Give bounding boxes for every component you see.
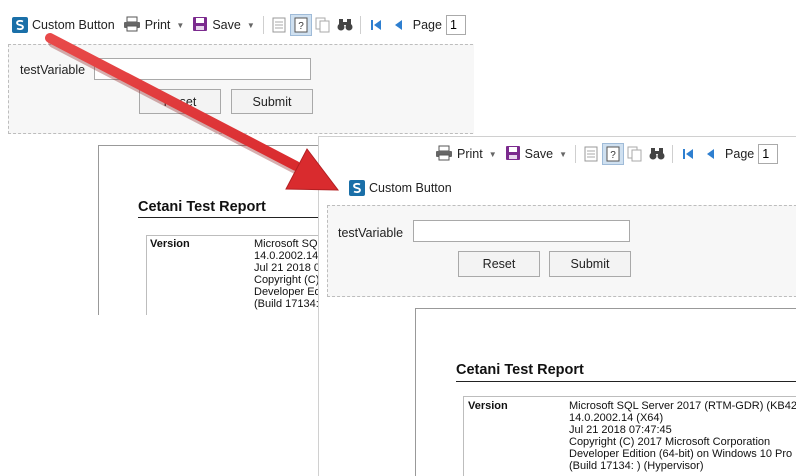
- floppy-disk-icon: [505, 145, 521, 164]
- first-page-button[interactable]: [365, 14, 387, 36]
- toolbar-divider: [672, 145, 674, 163]
- chevron-down-icon: ▼: [246, 20, 255, 30]
- version-line: Developer Ed: [254, 286, 321, 298]
- version-key: Version: [468, 400, 508, 412]
- print-label: Print: [144, 18, 171, 32]
- find-button[interactable]: [646, 143, 668, 165]
- print-button[interactable]: Print ▼: [119, 14, 189, 36]
- chevron-down-icon: ▼: [488, 149, 497, 159]
- reset-button[interactable]: Reset: [458, 251, 540, 277]
- page-label: Page: [412, 18, 442, 32]
- after-parameter-area: testVariable Reset Submit: [327, 205, 796, 297]
- document-map-button[interactable]: [580, 143, 602, 165]
- copy-icon: [315, 17, 330, 33]
- save-label: Save: [524, 147, 554, 161]
- custom-button-label: Custom Button: [369, 181, 452, 195]
- custom-button-label: Custom Button: [32, 18, 115, 32]
- print-label: Print: [457, 147, 483, 161]
- reset-button[interactable]: Reset: [139, 89, 221, 114]
- version-line: 14.0.2002.14: [254, 250, 319, 262]
- parameters-toggle-button[interactable]: ?: [289, 14, 312, 36]
- version-line: Jul 21 2018 0: [254, 262, 321, 274]
- copy-button[interactable]: [624, 143, 646, 165]
- chevron-down-icon: ▼: [176, 20, 185, 30]
- custom-button[interactable]: Custom Button: [8, 14, 119, 36]
- after-toolbar: Print ▼ Save ▼ ? Page: [431, 139, 779, 169]
- copy-button[interactable]: [312, 14, 334, 36]
- binoculars-icon: [337, 19, 353, 31]
- first-page-icon: [370, 20, 381, 30]
- document-map-icon: [584, 146, 598, 162]
- svg-text:?: ?: [298, 21, 304, 32]
- version-line: Copyright (C): [254, 274, 320, 286]
- version-line: Microsoft SQL Server 2017 (RTM-GDR) (KB4…: [569, 400, 796, 412]
- save-button[interactable]: Save ▼: [501, 143, 571, 165]
- document-map-button[interactable]: [268, 14, 290, 36]
- title-underline: [138, 217, 338, 218]
- test-variable-label: testVariable: [20, 63, 86, 77]
- title-underline: [456, 381, 796, 382]
- version-key: Version: [150, 238, 190, 250]
- page-number-input[interactable]: [445, 15, 466, 35]
- page-label: Page: [725, 147, 755, 161]
- version-line: Microsoft SQL: [254, 238, 324, 250]
- floppy-disk-icon: [192, 16, 208, 35]
- parameters-toggle-button[interactable]: ?: [602, 143, 625, 165]
- custom-logo-icon: [12, 17, 28, 33]
- parameters-icon: ?: [606, 146, 620, 162]
- save-label: Save: [212, 18, 241, 32]
- submit-label: Submit: [570, 257, 610, 271]
- after-panel: Print ▼ Save ▼ ? Page 1 Custom Button te…: [318, 136, 796, 476]
- custom-button[interactable]: Custom Button: [345, 177, 456, 199]
- printer-icon: [435, 145, 453, 164]
- report-title: Cetani Test Report: [138, 199, 266, 215]
- chevron-down-icon: ▼: [559, 149, 568, 159]
- previous-page-button[interactable]: [699, 143, 721, 165]
- reset-label: Reset: [482, 257, 516, 271]
- report-title: Cetani Test Report: [456, 362, 584, 378]
- after-report-page: Cetani Test Report Version Microsoft SQL…: [415, 308, 796, 476]
- printer-icon: [123, 16, 141, 35]
- test-variable-input[interactable]: [413, 220, 630, 242]
- reset-label: Reset: [163, 94, 197, 109]
- first-page-button[interactable]: [677, 143, 699, 165]
- version-table: Version Microsoft SQL 14.0.2002.14 Jul 2…: [146, 235, 346, 325]
- custom-logo-icon: [349, 180, 365, 196]
- previous-page-icon: [394, 20, 402, 30]
- svg-text:?: ?: [610, 150, 616, 161]
- copy-icon: [627, 146, 642, 162]
- print-button[interactable]: Print ▼: [431, 143, 501, 165]
- before-parameter-area: testVariable Reset Submit: [8, 44, 474, 134]
- version-line: Jul 21 2018 07:47:45: [569, 424, 672, 436]
- page-number-input[interactable]: [758, 144, 779, 164]
- version-line: (Build 17134: ) (Hypervisor): [569, 460, 704, 472]
- previous-page-icon: [707, 149, 715, 159]
- test-variable-label: testVariable: [338, 226, 404, 240]
- before-report-page: Cetani Test Report Version Microsoft SQL…: [98, 145, 346, 325]
- parameters-icon: ?: [294, 17, 308, 33]
- submit-button[interactable]: Submit: [231, 89, 313, 114]
- submit-button[interactable]: Submit: [549, 251, 631, 277]
- toolbar-divider: [575, 145, 577, 163]
- find-button[interactable]: [334, 14, 356, 36]
- previous-page-button[interactable]: [387, 14, 409, 36]
- before-toolbar: Custom Button Print ▼ Save ▼ ? Page 1: [8, 10, 474, 40]
- toolbar-divider: [359, 16, 361, 34]
- document-map-icon: [272, 17, 286, 33]
- binoculars-icon: [649, 148, 665, 160]
- version-table: Version Microsoft SQL Server 2017 (RTM-G…: [463, 396, 796, 476]
- version-line: Developer Edition (64-bit) on Windows 10…: [569, 448, 793, 460]
- version-line: 14.0.2002.14 (X64): [569, 412, 664, 424]
- first-page-icon: [683, 149, 694, 159]
- test-variable-input[interactable]: [94, 58, 311, 80]
- version-line: (Build 17134:: [254, 298, 319, 310]
- version-line: Copyright (C) 2017 Microsoft Corporation: [569, 436, 771, 448]
- submit-label: Submit: [252, 94, 292, 109]
- toolbar-divider: [262, 16, 264, 34]
- save-button[interactable]: Save ▼: [188, 14, 258, 36]
- before-panel: Custom Button Print ▼ Save ▼ ? Page 1 te…: [0, 0, 474, 140]
